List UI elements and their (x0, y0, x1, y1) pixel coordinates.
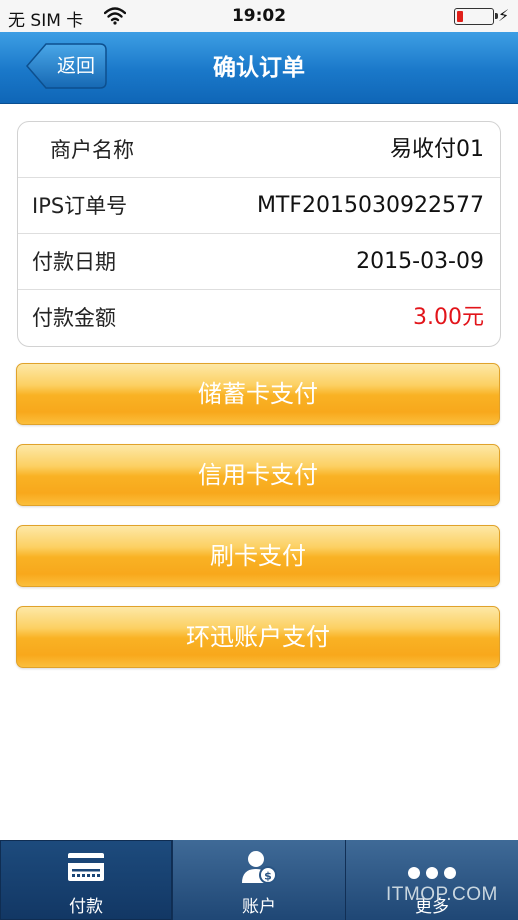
battery-icon (454, 8, 498, 25)
payment-amount-value: 3.00元 (413, 305, 484, 330)
card-reader-icon (68, 853, 104, 881)
order-number-label: IPS订单号 (32, 194, 128, 218)
svg-text:$: $ (264, 870, 272, 883)
tab-account-label: 账户 (242, 897, 276, 917)
watermark: ITMOP.COM (386, 884, 498, 905)
merchant-label: 商户名称 (50, 138, 134, 162)
tab-more[interactable]: 更多 (346, 840, 518, 920)
credit-card-pay-button[interactable]: 信用卡支付 (16, 444, 500, 506)
status-time: 19:02 (231, 6, 287, 26)
ips-account-pay-button[interactable]: 环迅账户支付 (16, 606, 500, 668)
more-icon (408, 867, 456, 879)
swipe-card-pay-button[interactable]: 刷卡支付 (16, 525, 500, 587)
payment-amount-row: 付款金额 3.00元 (18, 290, 500, 346)
payment-date-row: 付款日期 2015-03-09 (18, 234, 500, 290)
order-number-row: IPS订单号 MTF2015030922577 (18, 178, 500, 234)
payment-date-value: 2015-03-09 (356, 249, 484, 274)
nav-bar: 返回 确认订单 (0, 32, 518, 104)
tab-account[interactable]: $ 账户 (173, 840, 345, 920)
order-info-card: 商户名称 易收付01 IPS订单号 MTF2015030922577 付款日期 … (17, 121, 501, 347)
charging-icon: ⚡ (498, 6, 510, 25)
merchant-row: 商户名称 易收付01 (18, 122, 500, 178)
status-bar: 无 SIM 卡 19:02 ⚡ (0, 0, 518, 32)
merchant-value: 易收付01 (390, 137, 484, 162)
tab-bar: 付款 $ 账户 更多 (0, 840, 518, 920)
debit-card-pay-button[interactable]: 储蓄卡支付 (16, 363, 500, 425)
tab-payment[interactable]: 付款 (0, 840, 172, 920)
order-number-value: MTF2015030922577 (256, 193, 484, 218)
payment-date-label: 付款日期 (32, 250, 116, 274)
payment-amount-label: 付款金额 (32, 306, 116, 330)
tab-payment-label: 付款 (69, 897, 103, 917)
page-title: 确认订单 (213, 55, 305, 81)
account-icon: $ (242, 851, 277, 884)
